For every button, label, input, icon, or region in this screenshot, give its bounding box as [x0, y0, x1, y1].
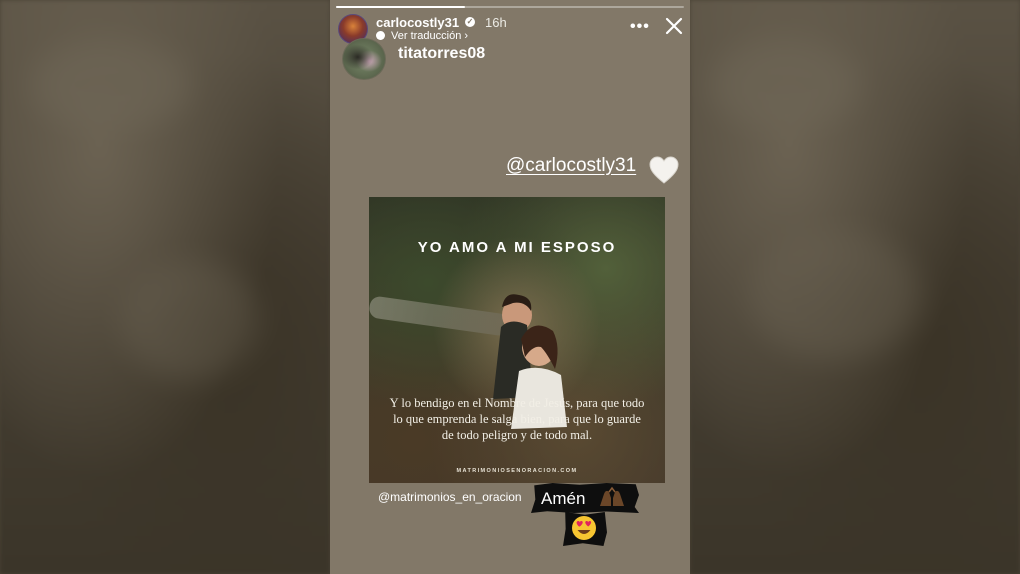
shared-post-image[interactable]: YO AMO A MI ESPOSO Y lo bendigo en el No…	[369, 197, 665, 483]
more-icon[interactable]: •••	[630, 18, 650, 36]
blurred-background-right	[690, 0, 1020, 574]
story-header: carlocostly31 ✓ 16h Ver traducción › •••	[338, 14, 684, 44]
background-blur-blob	[750, 230, 920, 360]
background-blur-blob	[120, 260, 260, 380]
post-website: MATRIMONIOSENORACION.COM	[456, 468, 578, 474]
source-mention[interactable]: @matrimonios_en_oracion	[378, 490, 522, 504]
post-heading: YO AMO A MI ESPOSO	[417, 239, 617, 256]
story-progress-fill	[336, 6, 465, 8]
tagged-username[interactable]: titatorres08	[398, 45, 485, 63]
story-time: 16h	[485, 15, 507, 30]
background-blur-blob	[30, 40, 190, 130]
heart-eyes-icon	[572, 516, 596, 540]
translate-label: Ver traducción	[391, 30, 462, 42]
blurred-background-left	[0, 0, 330, 574]
story-progress-bar	[336, 6, 684, 8]
story-viewer[interactable]: carlocostly31 ✓ 16h Ver traducción › •••…	[330, 0, 690, 574]
post-quote: Y lo bendigo en el Nombre de Jesús, para…	[389, 396, 645, 442]
tagged-user-avatar[interactable]	[342, 38, 386, 80]
background-blur-blob	[710, 40, 860, 130]
chevron-right-icon: ›	[464, 30, 469, 42]
verified-icon: ✓	[465, 17, 475, 27]
translate-icon	[376, 31, 385, 40]
translate-link[interactable]: Ver traducción ›	[376, 30, 468, 42]
close-icon[interactable]	[662, 14, 686, 38]
mention-sticker[interactable]: @carlocostly31	[506, 155, 636, 177]
white-heart-icon	[649, 156, 679, 184]
amen-text: Amén	[541, 489, 586, 508]
praying-hands-icon	[600, 486, 624, 506]
username[interactable]: carlocostly31	[376, 15, 459, 30]
